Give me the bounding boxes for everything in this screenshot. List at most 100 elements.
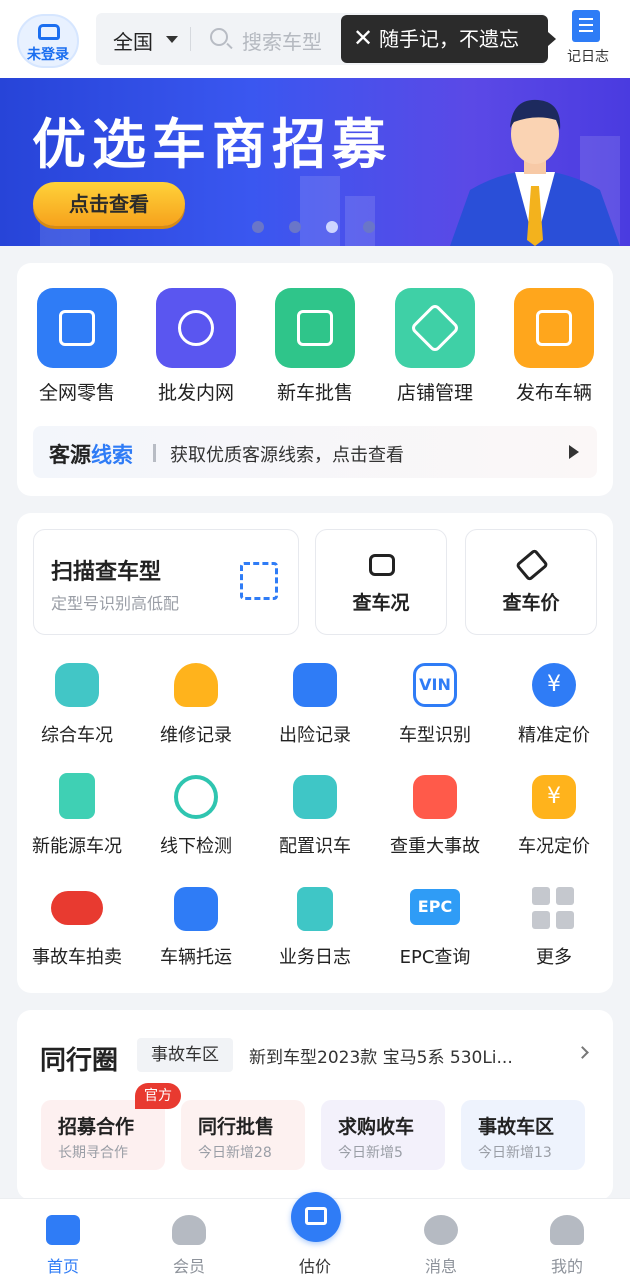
scan-frame-icon bbox=[240, 562, 278, 600]
home-icon bbox=[46, 1215, 80, 1245]
service-label[interactable]: 查重大事故 bbox=[375, 832, 495, 858]
tab-member[interactable]: 会员 bbox=[126, 1199, 252, 1280]
service-label[interactable]: 车辆托运 bbox=[136, 943, 256, 969]
scan-subtitle: 定型号识别高低配 bbox=[51, 594, 180, 613]
service-label[interactable]: 事故车拍卖 bbox=[17, 943, 137, 969]
purchase-request-tile[interactable]: 求购收车 今日新增5 bbox=[321, 1100, 445, 1170]
yen-hexagon-icon[interactable]: ¥ bbox=[532, 775, 576, 819]
leads-divider bbox=[153, 444, 156, 462]
diary-button[interactable]: 记日志 bbox=[560, 10, 616, 70]
quick-entry-label[interactable]: 店铺管理 bbox=[375, 378, 495, 405]
carousel-dot[interactable] bbox=[289, 221, 301, 233]
notebook-icon bbox=[572, 10, 600, 42]
service-label[interactable]: 新能源车况 bbox=[17, 832, 137, 858]
login-label: 未登录 bbox=[27, 47, 69, 63]
check-condition-card[interactable]: 查车况 bbox=[315, 529, 447, 635]
service-label[interactable]: 线下检测 bbox=[136, 832, 256, 858]
yen-target-icon[interactable]: ¥ bbox=[532, 663, 576, 707]
car-outline-icon bbox=[369, 554, 395, 576]
carousel-dots bbox=[252, 218, 400, 237]
store-layers-icon[interactable] bbox=[395, 288, 475, 368]
login-avatar[interactable]: 未登录 bbox=[17, 14, 79, 68]
close-icon[interactable]: ✕ bbox=[353, 24, 373, 52]
tile-subtitle: 今日新增5 bbox=[338, 1145, 403, 1161]
businessman-illustration bbox=[450, 99, 620, 246]
truck-car-icon[interactable] bbox=[174, 887, 218, 931]
accident-zone-tag[interactable]: 事故车区 bbox=[137, 1038, 233, 1072]
tab-home[interactable]: 首页 bbox=[0, 1199, 126, 1280]
service-label[interactable]: 配置识车 bbox=[255, 832, 375, 858]
note-icon[interactable] bbox=[297, 887, 333, 931]
globe-icon[interactable] bbox=[156, 288, 236, 368]
service-label[interactable]: 更多 bbox=[494, 943, 614, 969]
service-label[interactable]: 综合车况 bbox=[17, 721, 137, 747]
new-car-icon[interactable] bbox=[275, 288, 355, 368]
chevron-right-icon[interactable] bbox=[576, 1046, 589, 1059]
tile-title: 招募合作 bbox=[58, 1116, 135, 1138]
scan-car-model-card[interactable]: 扫描查车型 定型号识别高低配 bbox=[33, 529, 299, 635]
vin-icon[interactable]: VIN bbox=[413, 663, 457, 707]
quick-entry-label[interactable]: 全网零售 bbox=[17, 378, 137, 405]
epc-icon[interactable]: EPC bbox=[410, 889, 460, 925]
tab-messages[interactable]: 消息 bbox=[378, 1199, 504, 1280]
carousel-dot[interactable] bbox=[363, 221, 375, 233]
carousel-dot-active[interactable] bbox=[326, 221, 338, 233]
quick-entry-label[interactable]: 新车批售 bbox=[255, 378, 375, 405]
tile-subtitle: 今日新增13 bbox=[478, 1145, 552, 1161]
car-alert-icon[interactable] bbox=[293, 663, 337, 707]
briefcase-icon bbox=[305, 1207, 327, 1225]
tile-title: 同行批售 bbox=[198, 1116, 275, 1138]
hexagon-car-icon[interactable] bbox=[55, 663, 99, 707]
laptop-icon[interactable] bbox=[37, 288, 117, 368]
peer-wholesale-tile[interactable]: 同行批售 今日新增28 bbox=[181, 1100, 305, 1170]
accident-zone-tile[interactable]: 事故车区 今日新增13 bbox=[461, 1100, 585, 1170]
car-gear-icon[interactable] bbox=[293, 775, 337, 819]
banner-view-button[interactable]: 点击查看 bbox=[33, 182, 185, 226]
search-input[interactable]: 搜索车型 bbox=[242, 26, 322, 55]
tile-title: 事故车区 bbox=[478, 1116, 555, 1138]
price-tag-icon bbox=[514, 548, 550, 582]
customer-leads-bar[interactable]: 客源线索 获取优质客源线索，点击查看 bbox=[33, 426, 597, 478]
header: 未登录 全国 搜索车型 ✕ 随手记，不遗忘 记日志 bbox=[0, 0, 630, 78]
service-label[interactable]: 维修记录 bbox=[136, 721, 256, 747]
tab-label: 消息 bbox=[424, 1257, 457, 1276]
publish-car-icon[interactable] bbox=[514, 288, 594, 368]
tooltip-text: 随手记，不遗忘 bbox=[379, 27, 519, 51]
service-label[interactable]: 业务日志 bbox=[255, 943, 375, 969]
region-select[interactable]: 全国 bbox=[113, 26, 153, 55]
service-label[interactable]: EPC查询 bbox=[375, 943, 495, 969]
play-arrow-icon bbox=[569, 445, 579, 459]
tab-label: 首页 bbox=[46, 1257, 79, 1276]
diary-tooltip: ✕ 随手记，不遗忘 bbox=[341, 15, 556, 63]
leads-text: 获取优质客源线索，点击查看 bbox=[170, 445, 404, 466]
quick-entry-label[interactable]: 发布车辆 bbox=[494, 378, 614, 405]
magnifier-icon[interactable] bbox=[174, 775, 218, 819]
battery-icon[interactable] bbox=[59, 773, 95, 819]
check-price-card[interactable]: 查车价 bbox=[465, 529, 597, 635]
service-label[interactable]: 车型识别 bbox=[375, 721, 495, 747]
auction-logo-icon[interactable] bbox=[51, 891, 103, 925]
grid-more-icon[interactable] bbox=[532, 887, 576, 931]
check-price-label: 查车价 bbox=[502, 592, 560, 614]
leads-title: 客源线索 bbox=[49, 443, 133, 467]
quick-entry-label[interactable]: 批发内网 bbox=[136, 378, 256, 405]
promo-banner[interactable]: 优选车商招募 点击查看 bbox=[0, 78, 630, 246]
service-label[interactable]: 精准定价 bbox=[494, 721, 614, 747]
wrench-icon[interactable] bbox=[174, 663, 218, 707]
carousel-dot[interactable] bbox=[252, 221, 264, 233]
service-label[interactable]: 出险记录 bbox=[255, 721, 375, 747]
search-divider bbox=[190, 27, 191, 51]
check-condition-label: 查车况 bbox=[352, 592, 410, 614]
official-badge: 官方 bbox=[135, 1083, 181, 1109]
valuation-center-button[interactable] bbox=[291, 1192, 341, 1242]
service-label[interactable]: 车况定价 bbox=[494, 832, 614, 858]
banner-title: 优选车商招募 bbox=[32, 113, 392, 176]
scan-title: 扫描查车型 bbox=[51, 560, 162, 585]
caret-down-icon[interactable] bbox=[166, 36, 178, 43]
news-ticker[interactable]: 新到车型2023款 宝马5系 530Li... bbox=[249, 1043, 513, 1068]
recruit-tile[interactable]: 招募合作 长期寻合作 bbox=[41, 1100, 165, 1170]
tab-profile[interactable]: 我的 bbox=[504, 1199, 630, 1280]
tab-label: 我的 bbox=[550, 1257, 583, 1276]
tile-subtitle: 长期寻合作 bbox=[58, 1145, 128, 1161]
car-fire-icon[interactable] bbox=[413, 775, 457, 819]
